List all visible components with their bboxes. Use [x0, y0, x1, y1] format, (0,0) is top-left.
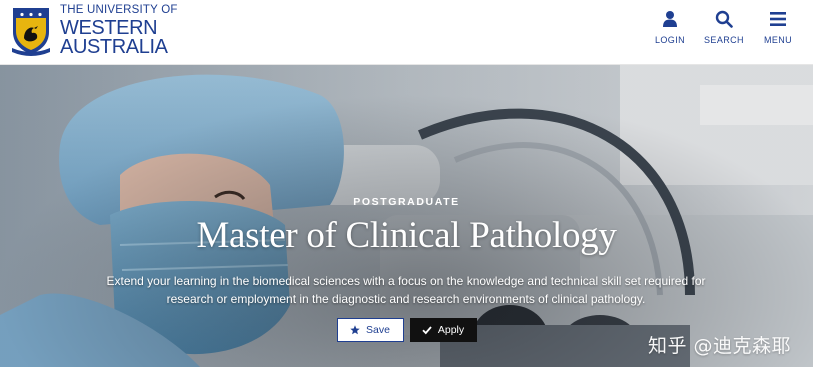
- apply-button-label: Apply: [437, 324, 465, 336]
- university-logo[interactable]: THE UNIVERSITY OF WESTERN AUSTRALIA: [10, 4, 178, 58]
- logo-line-3: AUSTRALIA: [60, 35, 168, 58]
- watermark-text: 知乎 @迪克森耶: [647, 335, 791, 357]
- menu-button[interactable]: MENU: [751, 10, 805, 45]
- hero-description: Extend your learning in the biomedical s…: [96, 272, 716, 308]
- star-icon: [350, 325, 360, 335]
- save-button[interactable]: Save: [336, 318, 404, 342]
- hero-description-line-2: research or employment in the diagnostic…: [166, 292, 646, 306]
- hero-description-line-1: Extend your learning in the biomedical s…: [106, 274, 706, 288]
- login-label: LOGIN: [654, 35, 685, 45]
- hero-content: POSTGRADUATE Master of Clinical Patholog…: [0, 65, 813, 367]
- hero-banner: POSTGRADUATE Master of Clinical Patholog…: [0, 65, 813, 367]
- logo-line-2: WESTERN: [60, 16, 158, 39]
- page-title: Master of Clinical Pathology: [196, 215, 617, 256]
- site-header: THE UNIVERSITY OF WESTERN AUSTRALIA LOGI…: [0, 0, 813, 65]
- search-icon: [715, 10, 733, 28]
- hero-eyebrow: POSTGRADUATE: [353, 196, 460, 208]
- apply-button[interactable]: Apply: [409, 318, 477, 342]
- hamburger-menu-icon: [770, 12, 786, 26]
- header-nav: LOGIN SEARCH MENU: [643, 10, 805, 45]
- search-label: SEARCH: [704, 35, 744, 45]
- uwa-crest-icon: [12, 7, 50, 56]
- logo-wordmark: THE UNIVERSITY OF WESTERN AUSTRALIA: [60, 4, 178, 58]
- logo-line-1: THE UNIVERSITY OF: [60, 4, 178, 16]
- user-icon: [663, 11, 677, 27]
- checkmark-icon: [422, 326, 432, 335]
- login-button[interactable]: LOGIN: [643, 10, 697, 45]
- search-button[interactable]: SEARCH: [697, 10, 751, 45]
- menu-label: MENU: [763, 35, 793, 45]
- save-button-label: Save: [366, 324, 390, 336]
